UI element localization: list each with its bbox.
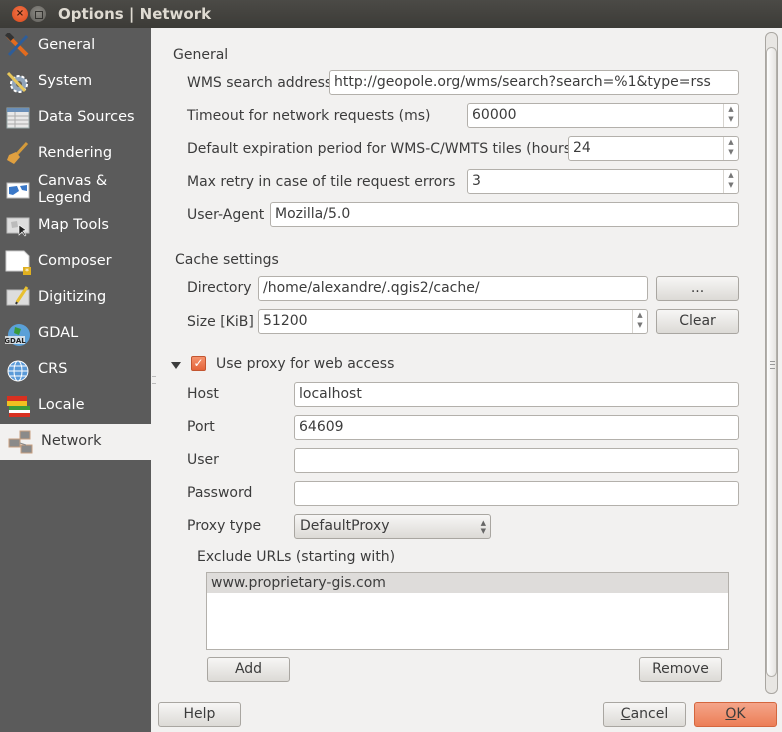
new-page-icon: *: [5, 250, 31, 275]
title-bar: × Options | Network: [0, 0, 782, 28]
cancel-button[interactable]: Cancel: [603, 702, 686, 727]
timeout-spinbox[interactable]: 60000 ▲ ▼: [467, 103, 739, 128]
globe-grid-icon: [7, 360, 29, 382]
sidebar-item-locale[interactable]: Locale: [0, 388, 151, 424]
sidebar-item-canvas-legend[interactable]: Canvas & Legend: [0, 172, 151, 208]
vertical-scrollbar[interactable]: [765, 32, 778, 694]
spin-down-icon[interactable]: ▼: [728, 181, 733, 189]
exclude-urls-label: Exclude URLs (starting with): [197, 549, 396, 565]
sidebar-item-network[interactable]: Network: [0, 424, 151, 460]
map-canvas-icon: [6, 182, 30, 199]
spin-up-icon[interactable]: ▲: [728, 171, 733, 179]
proxy-host-input[interactable]: localhost: [294, 382, 739, 407]
retry-spin-buttons[interactable]: ▲ ▼: [723, 170, 738, 193]
port-label: Port: [187, 419, 215, 435]
remove-url-button[interactable]: Remove: [639, 657, 722, 682]
sidebar-item-composer[interactable]: * Composer: [0, 244, 151, 280]
flags-icon: [7, 396, 30, 417]
gdal-globe-icon: GDAL: [5, 324, 30, 346]
window-title: Options | Network: [58, 5, 212, 23]
host-label: Host: [187, 386, 219, 402]
gear-wrench-icon: [6, 71, 28, 93]
timeout-label: Timeout for network requests (ms): [187, 108, 431, 124]
sidebar-item-rendering[interactable]: Rendering: [0, 136, 151, 172]
map-pencil-icon: [6, 286, 30, 306]
proxy-password-input[interactable]: [294, 481, 739, 506]
clear-cache-button[interactable]: Clear: [656, 309, 739, 334]
wms-search-input[interactable]: http://geopole.org/wms/search?search=%1&…: [329, 70, 739, 95]
user-label: User: [187, 452, 219, 468]
grip-icon: [770, 361, 775, 369]
network-settings-panel: General WMS search address http://geopol…: [151, 28, 782, 732]
exclude-urls-list[interactable]: www.proprietary-gis.com: [206, 572, 729, 650]
spin-down-icon[interactable]: ▼: [728, 115, 733, 123]
cache-size-spinbox[interactable]: 51200 ▲ ▼: [258, 309, 648, 334]
close-window-button[interactable]: ×: [12, 6, 28, 22]
list-item[interactable]: www.proprietary-gis.com: [207, 573, 728, 593]
wms-search-label: WMS search address: [187, 75, 333, 91]
spin-down-icon[interactable]: ▼: [728, 148, 733, 156]
spin-up-icon[interactable]: ▲: [637, 311, 642, 319]
user-agent-label: User-Agent: [187, 207, 265, 223]
sidebar-item-data-sources[interactable]: Data Sources: [0, 100, 151, 136]
table-icon: [6, 107, 30, 129]
general-section-title: General: [173, 47, 229, 63]
proxy-type-select[interactable]: DefaultProxy ▲ ▼: [294, 514, 491, 539]
spin-up-icon[interactable]: ▲: [728, 105, 733, 113]
sidebar-item-system[interactable]: System: [0, 64, 151, 100]
spin-down-icon[interactable]: ▼: [637, 321, 642, 329]
svg-text:*: *: [25, 267, 29, 275]
help-button[interactable]: Help: [158, 702, 241, 727]
sidebar-item-general[interactable]: General: [0, 28, 151, 64]
timeout-spin-buttons[interactable]: ▲ ▼: [723, 104, 738, 127]
proxy-type-label: Proxy type: [187, 518, 262, 534]
proxy-user-input[interactable]: [294, 448, 739, 473]
expiration-spin-buttons[interactable]: ▲ ▼: [723, 137, 738, 160]
directory-label: Directory: [187, 280, 252, 296]
max-retry-spinbox[interactable]: 3 ▲ ▼: [467, 169, 739, 194]
sidebar-item-crs[interactable]: CRS: [0, 352, 151, 388]
proxy-port-input[interactable]: 64609: [294, 415, 739, 440]
combo-arrows-icon: ▲ ▼: [480, 519, 486, 535]
cache-directory-input[interactable]: /home/alexandre/.qgis2/cache/: [258, 276, 648, 301]
paintbrush-icon: [7, 141, 29, 164]
close-icon: ×: [15, 8, 25, 19]
ok-button[interactable]: OK: [694, 702, 777, 727]
cache-size-spin-buttons[interactable]: ▲ ▼: [632, 310, 647, 333]
expiration-spinbox[interactable]: 24 ▲ ▼: [568, 136, 739, 161]
options-sidebar: General System Data Sources Rendering Ca…: [0, 28, 151, 732]
hammer-wrench-icon: [5, 33, 29, 57]
sidebar-item-digitizing[interactable]: Digitizing: [0, 280, 151, 316]
browse-directory-button[interactable]: ...: [656, 276, 739, 301]
collapse-triangle-icon[interactable]: [171, 362, 181, 369]
sidebar-item-gdal[interactable]: GDAL GDAL: [0, 316, 151, 352]
max-retry-label: Max retry in case of tile request errors: [187, 174, 456, 190]
use-proxy-checkbox[interactable]: ✓: [191, 356, 206, 371]
password-label: Password: [187, 485, 253, 501]
cache-size-label: Size [KiB]: [187, 314, 254, 330]
map-cursor-icon: [6, 217, 30, 237]
expiration-label: Default expiration period for WMS-C/WMTS…: [187, 141, 577, 157]
user-agent-input[interactable]: Mozilla/5.0: [270, 202, 739, 227]
use-proxy-label[interactable]: Use proxy for web access: [216, 356, 394, 372]
network-computers-icon: [8, 430, 33, 454]
cache-section-title: Cache settings: [175, 252, 279, 268]
svg-text:GDAL: GDAL: [5, 337, 26, 345]
checkmark-icon: ✓: [193, 356, 204, 370]
maximize-window-button[interactable]: [30, 6, 46, 22]
add-url-button[interactable]: Add: [207, 657, 290, 682]
spin-up-icon[interactable]: ▲: [728, 138, 733, 146]
sidebar-item-map-tools[interactable]: Map Tools: [0, 208, 151, 244]
scrollbar-thumb[interactable]: [766, 47, 777, 677]
